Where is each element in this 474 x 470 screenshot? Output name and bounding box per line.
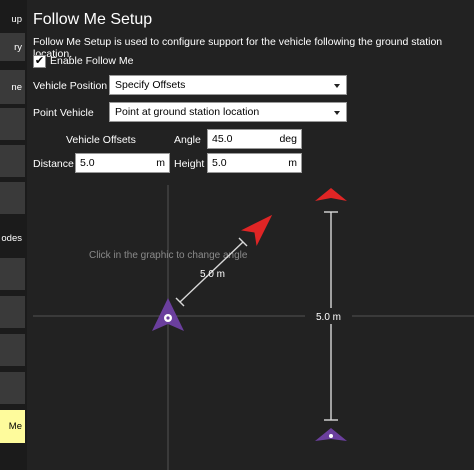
vehicle-arrow-icon [241,214,273,246]
follow-me-graphic[interactable]: Click in the graphic to change angle 5.0… [0,0,474,470]
height-measure-label: 5.0 m [316,312,341,323]
vehicle-side-icon [315,188,347,201]
distance-measure-label: 5.0 m [200,269,225,280]
ground-station-side-icon [315,428,347,441]
